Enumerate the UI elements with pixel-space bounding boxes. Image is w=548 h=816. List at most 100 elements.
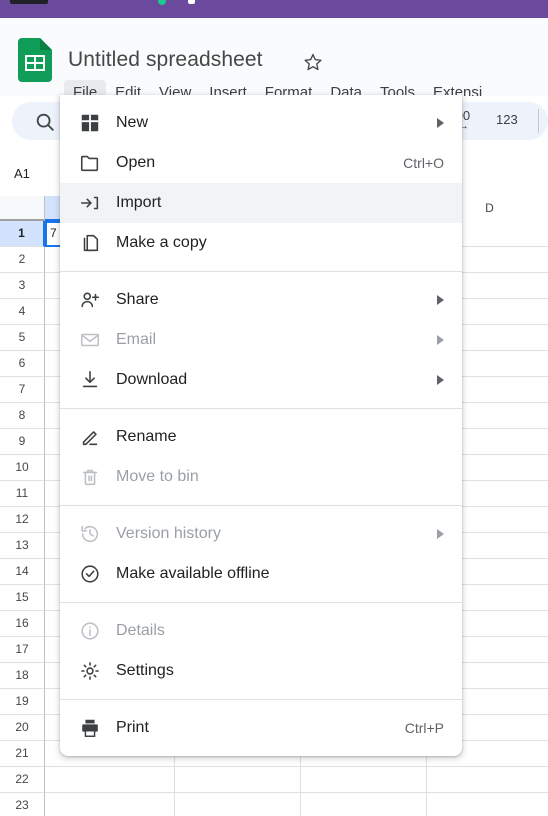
history-icon [78,522,102,546]
browser-indicator-white [188,0,195,4]
folder-icon [78,151,102,175]
row-header-14[interactable]: 14 [0,559,45,585]
menu-item-print[interactable]: Print Ctrl+P [60,708,462,748]
row-header-2[interactable]: 2 [0,247,45,273]
row-header-3[interactable]: 3 [0,273,45,299]
row-header-15[interactable]: 15 [0,585,45,611]
grid-cell[interactable] [427,767,548,793]
row-header-21[interactable]: 21 [0,741,45,767]
menu-item-label: Import [116,194,162,211]
envelope-icon [78,328,102,352]
menu-item-label: Move to bin [116,468,199,485]
menu-item-details: Details [60,611,462,651]
grid-cell[interactable] [45,767,175,793]
submenu-arrow-icon [437,335,444,345]
menu-item-label: Settings [116,662,174,679]
row-header-19[interactable]: 19 [0,689,45,715]
grid-cell[interactable] [175,793,301,816]
row-header-4[interactable]: 4 [0,299,45,325]
menu-item-new[interactable]: New [60,103,462,143]
menu-item-label: Print [116,719,149,736]
menu-item-label: Email [116,331,157,348]
row-header-17[interactable]: 17 [0,637,45,663]
menu-item-label: New [116,114,149,131]
search-icon[interactable] [34,111,56,133]
menu-item-label: Make available offline [116,565,270,582]
menu-separator [60,505,462,506]
menu-item-import[interactable]: Import [60,183,462,223]
row-header-16[interactable]: 16 [0,611,45,637]
pencil-icon [78,425,102,449]
menu-item-make-available-offline[interactable]: Make available offline [60,554,462,594]
person-add-icon [78,288,102,312]
app-header: Untitled spreadsheet File Edit View Inse… [0,18,548,106]
grid-cell[interactable] [301,793,427,816]
row-header-22[interactable]: 22 [0,767,45,793]
row-header-6[interactable]: 6 [0,351,45,377]
grid-cell[interactable] [427,793,548,816]
row-header-18[interactable]: 18 [0,663,45,689]
import-icon [78,191,102,215]
grid-row: 23 [0,793,548,816]
menu-item-label: Rename [116,428,177,445]
row-header-5[interactable]: 5 [0,325,45,351]
menu-item-label: Details [116,622,165,639]
name-box[interactable]: A1 [14,166,30,181]
menu-item-email: Email [60,320,462,360]
menu-item-rename[interactable]: Rename [60,417,462,457]
menu-item-shortcut: Ctrl+P [404,720,444,736]
menu-item-label: Download [116,371,188,388]
submenu-arrow-icon [437,118,444,128]
menu-item-label: Version history [116,525,221,542]
row-header-1[interactable]: 1 [0,221,45,247]
row-header-8[interactable]: 8 [0,403,45,429]
browser-tab-stub[interactable] [10,0,48,4]
row-header-12[interactable]: 12 [0,507,45,533]
row-header-11[interactable]: 11 [0,481,45,507]
menu-item-label: Share [116,291,159,308]
offline-check-icon [78,562,102,586]
google-sheets-logo[interactable] [18,38,52,82]
menu-item-label: Make a copy [116,234,207,251]
row-header-7[interactable]: 7 [0,377,45,403]
info-icon [78,619,102,643]
row-header-23[interactable]: 23 [0,793,45,816]
file-menu-dropdown: New Open Ctrl+O Import Make a copy Share Email… [60,95,462,756]
grid-row: 22 [0,767,548,793]
grid-cell[interactable] [175,767,301,793]
menu-item-share[interactable]: Share [60,280,462,320]
row-header-10[interactable]: 10 [0,455,45,481]
browser-chrome-bar [0,0,548,18]
toolbar-divider [538,109,539,133]
printer-icon [78,716,102,740]
row-header-20[interactable]: 20 [0,715,45,741]
download-icon [78,368,102,392]
grid-cell[interactable] [301,767,427,793]
copy-icon [78,231,102,255]
select-all-corner[interactable] [0,196,45,221]
submenu-arrow-icon [437,529,444,539]
trash-icon [78,465,102,489]
menu-item-version-history: Version history [60,514,462,554]
star-icon[interactable] [303,52,323,72]
submenu-arrow-icon [437,375,444,385]
menu-item-download[interactable]: Download [60,360,462,400]
menu-separator [60,271,462,272]
row-header-9[interactable]: 9 [0,429,45,455]
document-title[interactable]: Untitled spreadsheet [68,48,263,72]
row-header-13[interactable]: 13 [0,533,45,559]
submenu-arrow-icon [437,295,444,305]
new-file-icon [78,111,102,135]
number-format-button[interactable]: 123 [496,112,518,127]
browser-indicator-green [158,0,166,5]
menu-item-shortcut: Ctrl+O [403,155,444,171]
menu-item-label: Open [116,154,156,171]
menu-item-open[interactable]: Open Ctrl+O [60,143,462,183]
menu-item-make-a-copy[interactable]: Make a copy [60,223,462,263]
gear-icon [78,659,102,683]
menu-separator [60,408,462,409]
menu-item-move-to-bin: Move to bin [60,457,462,497]
menu-separator [60,602,462,603]
grid-cell[interactable] [45,793,175,816]
menu-item-settings[interactable]: Settings [60,651,462,691]
